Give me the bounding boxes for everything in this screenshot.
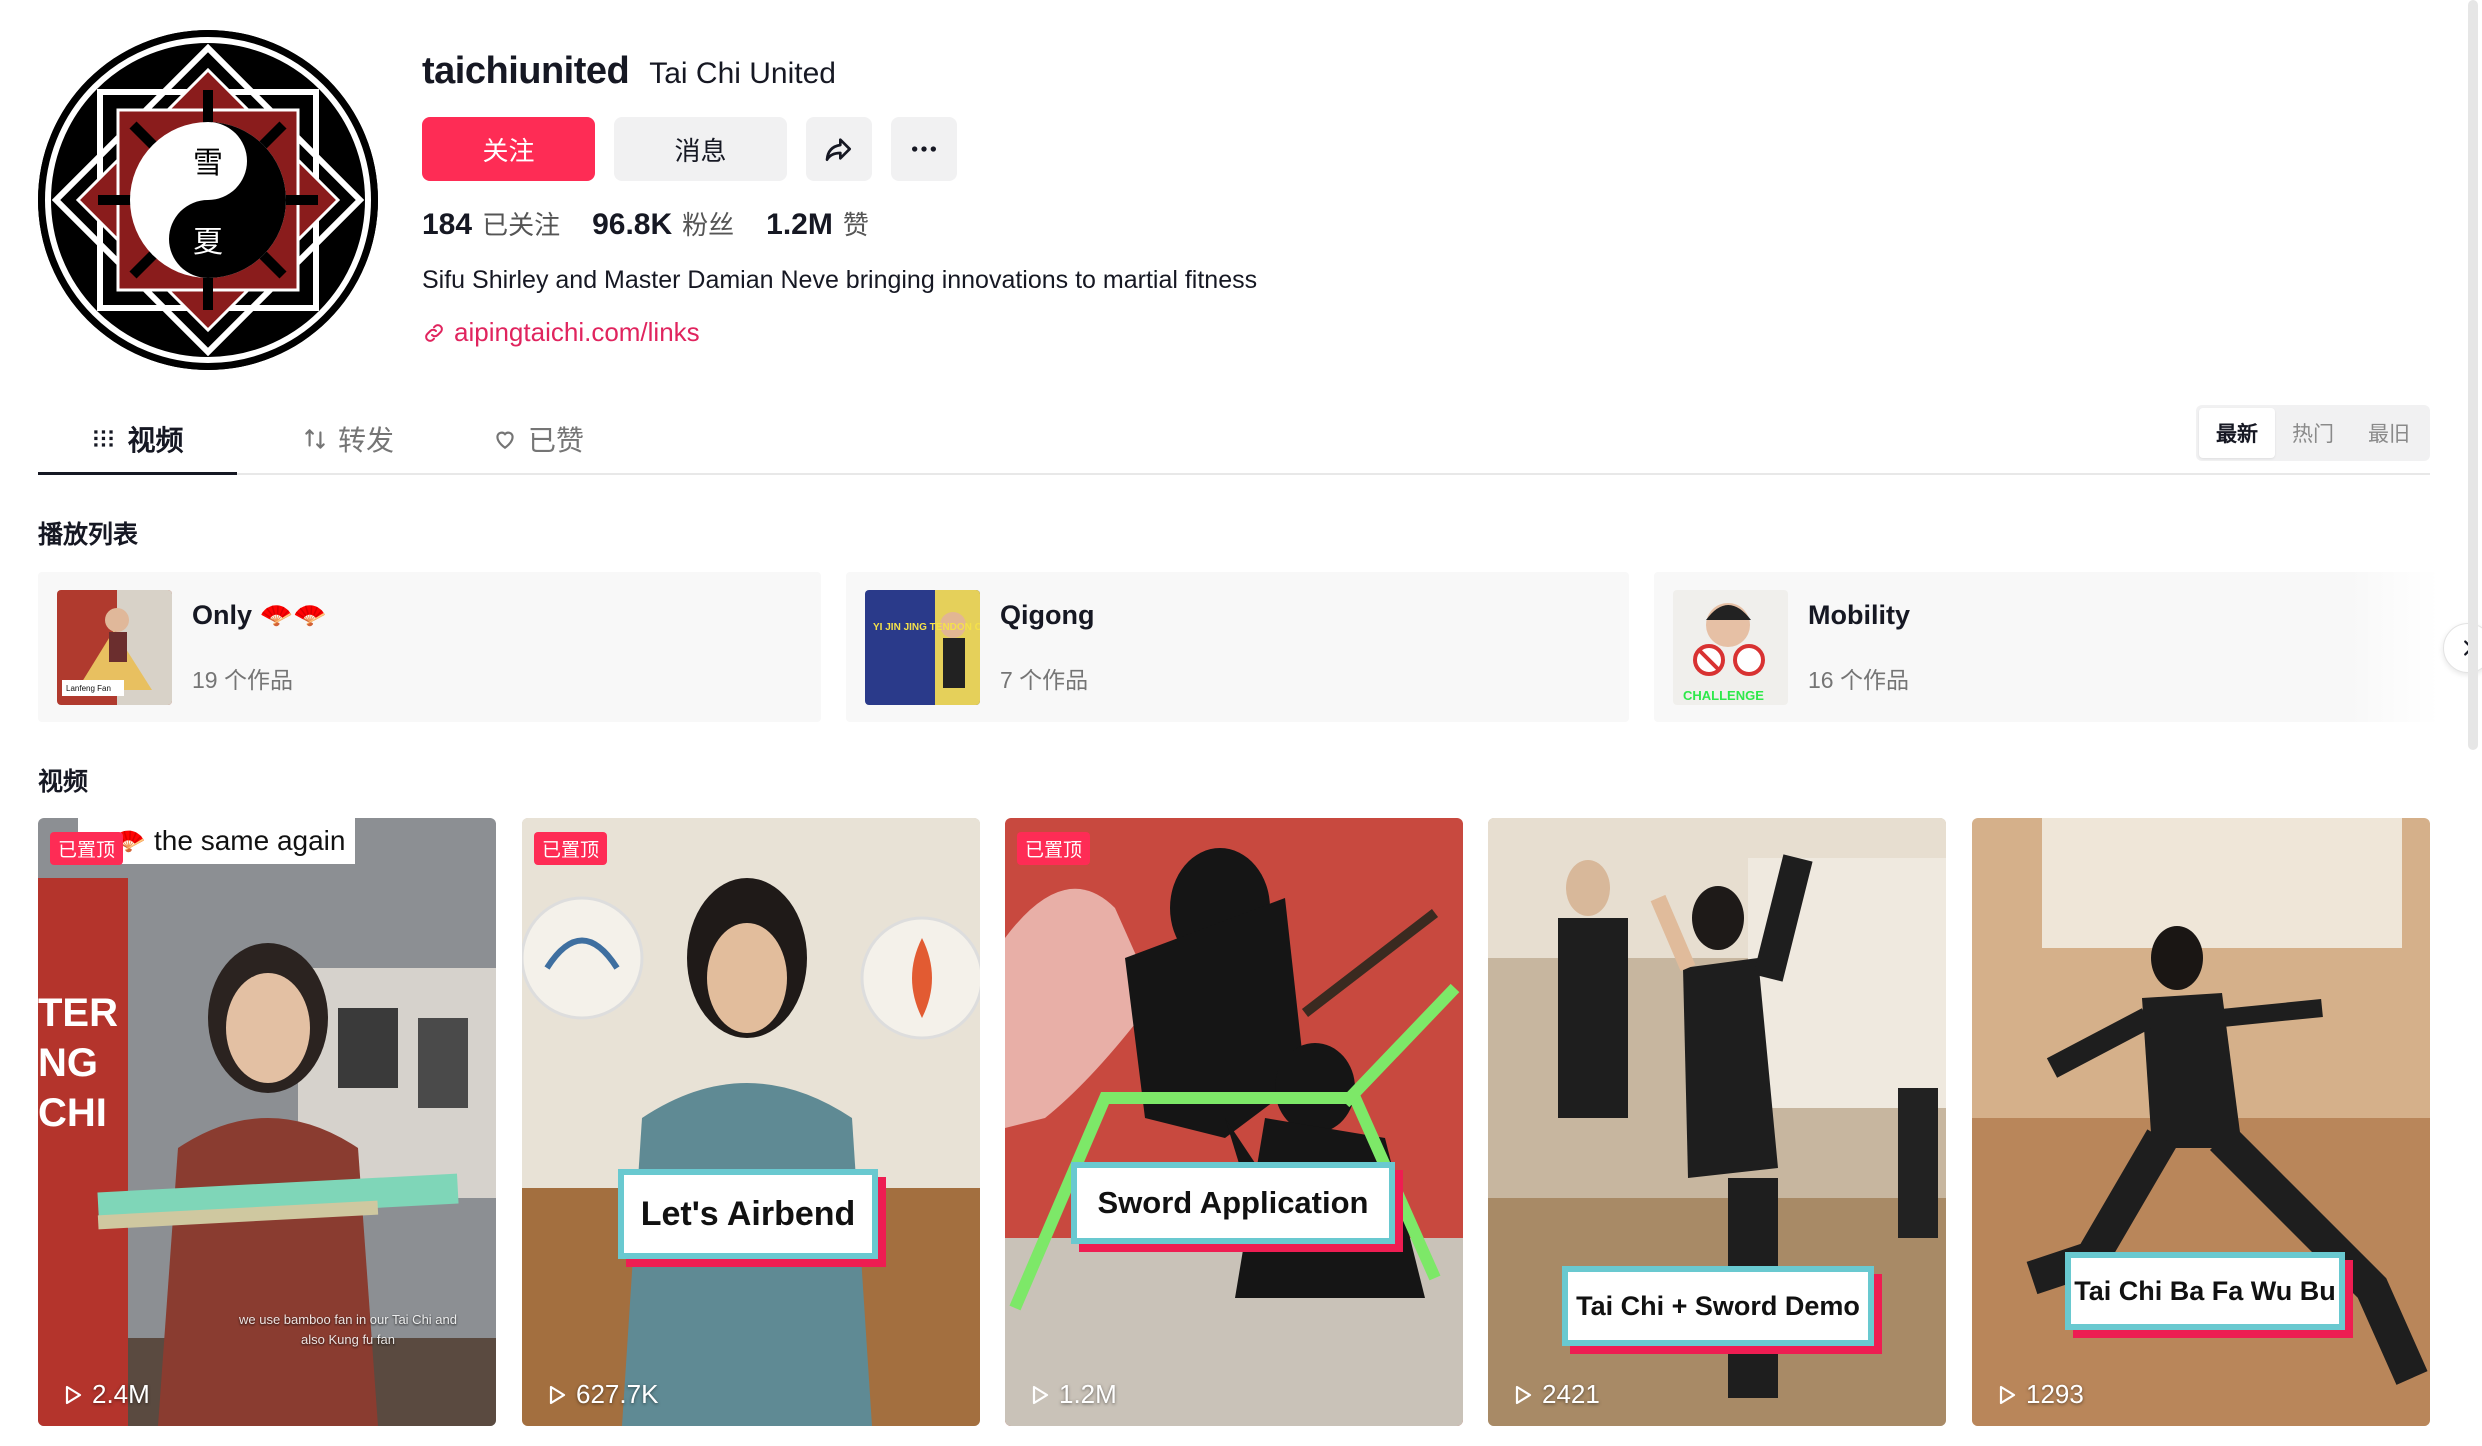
followers-label: 粉丝 (682, 210, 735, 240)
sort-latest[interactable]: 最新 (2199, 408, 2275, 458)
video-caption: Tai Chi + Sword Demo (1562, 1266, 1874, 1346)
playlist-info: Qigong 7 个作品 (1000, 600, 1094, 695)
sort-popular[interactable]: 热门 (2275, 408, 2351, 458)
playlist-card[interactable]: YI JIN JING TENDON CHANGING EXERCISES Qi… (846, 572, 1629, 722)
pinned-badge: 已置顶 (1017, 832, 1091, 865)
view-count: 627.7K (544, 1379, 658, 1410)
avatar-glyph-top: 雪 (193, 146, 223, 181)
follow-button[interactable]: 关注 (422, 117, 595, 181)
profile-link[interactable]: aipingtaichi.com/links (422, 317, 1257, 348)
play-icon (65, 1385, 82, 1404)
following-label: 已关注 (482, 210, 561, 240)
link-icon (425, 323, 443, 342)
profile-link-text: aipingtaichi.com/links (454, 317, 700, 347)
play-icon (549, 1385, 566, 1404)
followers-count: 96.8K (592, 208, 673, 241)
video-thumbnail (522, 818, 980, 1426)
bio: Sifu Shirley and Master Damian Neve brin… (422, 266, 1258, 294)
tab-liked[interactable]: 已赞 (458, 405, 618, 473)
page-scrollbar[interactable] (2468, 0, 2478, 750)
sort-oldest[interactable]: 最旧 (2351, 408, 2427, 458)
playlist-thumb-text: CHALLENGE (1683, 688, 1764, 703)
video-card[interactable]: Tai Chi + Sword Demo 2421 (1488, 818, 1946, 1426)
playlist-thumbnail: YI JIN JING TENDON CHANGING EXERCISES (865, 589, 980, 705)
video-thumbnail (1972, 818, 2430, 1426)
view-count: 1.2M (1027, 1379, 1117, 1410)
video-thumbnail (1005, 818, 1463, 1426)
video-card[interactable]: we use bamboo fan in our Tai Chi and als… (38, 818, 496, 1426)
playlist-info: Only 🪭🪭 19 个作品 (192, 599, 327, 695)
video-card[interactable]: Let's Airbend 已置顶 627.7K (522, 818, 980, 1426)
playlist-name: Only 🪭🪭 (192, 600, 327, 630)
video-bg-text: TER NG CHI (38, 991, 118, 1135)
playlist-name: Qigong (1000, 599, 1095, 630)
tab-reposts[interactable]: 转发 (268, 405, 428, 473)
playlist-count: 7 个作品 (1000, 666, 1089, 693)
view-count-value: 2421 (1542, 1379, 1600, 1409)
playlist-count: 16 个作品 (1808, 666, 1909, 693)
pinned-badge: 已置顶 (534, 832, 608, 865)
following-stat[interactable]: 184 已关注 (422, 205, 560, 242)
playlist-card[interactable]: Lanfeng Fan Only 🪭🪭 19 个作品 (38, 572, 821, 722)
videos-heading: 视频 (38, 768, 89, 796)
share-icon (825, 138, 851, 161)
view-count-value: 1293 (2026, 1379, 2084, 1409)
followers-stat[interactable]: 96.8K 粉丝 (592, 205, 734, 242)
profile-avatar[interactable]: 雪 夏 (38, 30, 378, 370)
video-card[interactable]: Sword Application 已置顶 1.2M (1005, 818, 1463, 1426)
nickname: Tai Chi United (649, 57, 836, 90)
video-subtitle: we use bamboo fan in our Tai Chi and als… (238, 1312, 457, 1347)
more-icon (912, 146, 936, 152)
username: taichiunited (422, 50, 630, 92)
playlist-info: Mobility 16 个作品 (1808, 600, 1910, 695)
avatar-glyph-bottom: 夏 (193, 225, 223, 260)
action-buttons: 关注 消息 (422, 117, 1257, 181)
tab-reposts-label: 转发 (337, 425, 394, 456)
view-count: 2421 (1510, 1379, 1600, 1410)
playlist-thumb-text: YI JIN JING TENDON CHANGING EXERCISES (873, 622, 980, 633)
message-button[interactable]: 消息 (614, 117, 787, 181)
pinned-badge: 已置顶 (50, 832, 124, 865)
playlist-thumbnail: CHALLENGE (1673, 589, 1788, 705)
tab-videos[interactable]: 视频 (38, 405, 237, 475)
video-caption: Let's Airbend (618, 1169, 878, 1259)
playlist-card[interactable]: CHALLENGE Mobility 16 个作品 (1654, 572, 2437, 722)
stats-row: 184 已关注 96.8K 粉丝 1.2M 赞 (422, 205, 1257, 242)
video-caption: Sword Application (1071, 1162, 1395, 1244)
likes-label: 赞 (842, 210, 869, 240)
content-tabs: 视频 转发 已赞 最新 热门 最旧 (38, 405, 2430, 475)
play-icon (1999, 1385, 2016, 1404)
video-card[interactable]: Tai Chi Ba Fa Wu Bu 1293 (1972, 818, 2430, 1426)
likes-stat: 1.2M 赞 (766, 205, 869, 242)
playlist-thumb-text: Lanfeng Fan (66, 684, 111, 693)
more-button[interactable] (891, 117, 957, 181)
play-icon (1515, 1385, 1532, 1404)
view-count-value: 2.4M (92, 1379, 150, 1409)
view-count-value: 627.7K (576, 1379, 659, 1409)
repost-icon (305, 429, 325, 449)
playlist-count: 19 个作品 (192, 667, 293, 693)
following-count: 184 (422, 208, 473, 241)
tab-videos-label: 视频 (127, 425, 184, 456)
share-button[interactable] (806, 117, 872, 181)
grid-icon (94, 430, 114, 447)
tab-liked-label: 已赞 (527, 425, 584, 456)
likes-count: 1.2M (766, 208, 833, 241)
view-count-value: 1.2M (1059, 1379, 1117, 1409)
view-count: 1293 (1994, 1379, 2084, 1410)
playlists-heading: 播放列表 (38, 521, 139, 549)
name-row: taichiunited Tai Chi United (422, 50, 1257, 93)
view-count: 2.4M (60, 1379, 150, 1410)
playlists-row: Lanfeng Fan Only 🪭🪭 19 个作品 YI JIN JING T… (38, 572, 2482, 722)
playlist-thumbnail: Lanfeng Fan (57, 589, 172, 705)
heart-icon (496, 431, 514, 449)
video-caption: Tai Chi Ba Fa Wu Bu (2065, 1252, 2345, 1330)
playlist-name: Mobility (1808, 599, 1910, 630)
profile-info: taichiunited Tai Chi United 关注 消息 184 已关… (422, 50, 1257, 348)
play-icon (1032, 1385, 1049, 1404)
tai-chi-logo: 雪 夏 (38, 30, 378, 370)
sort-toggle: 最新 热门 最旧 (2196, 405, 2430, 461)
